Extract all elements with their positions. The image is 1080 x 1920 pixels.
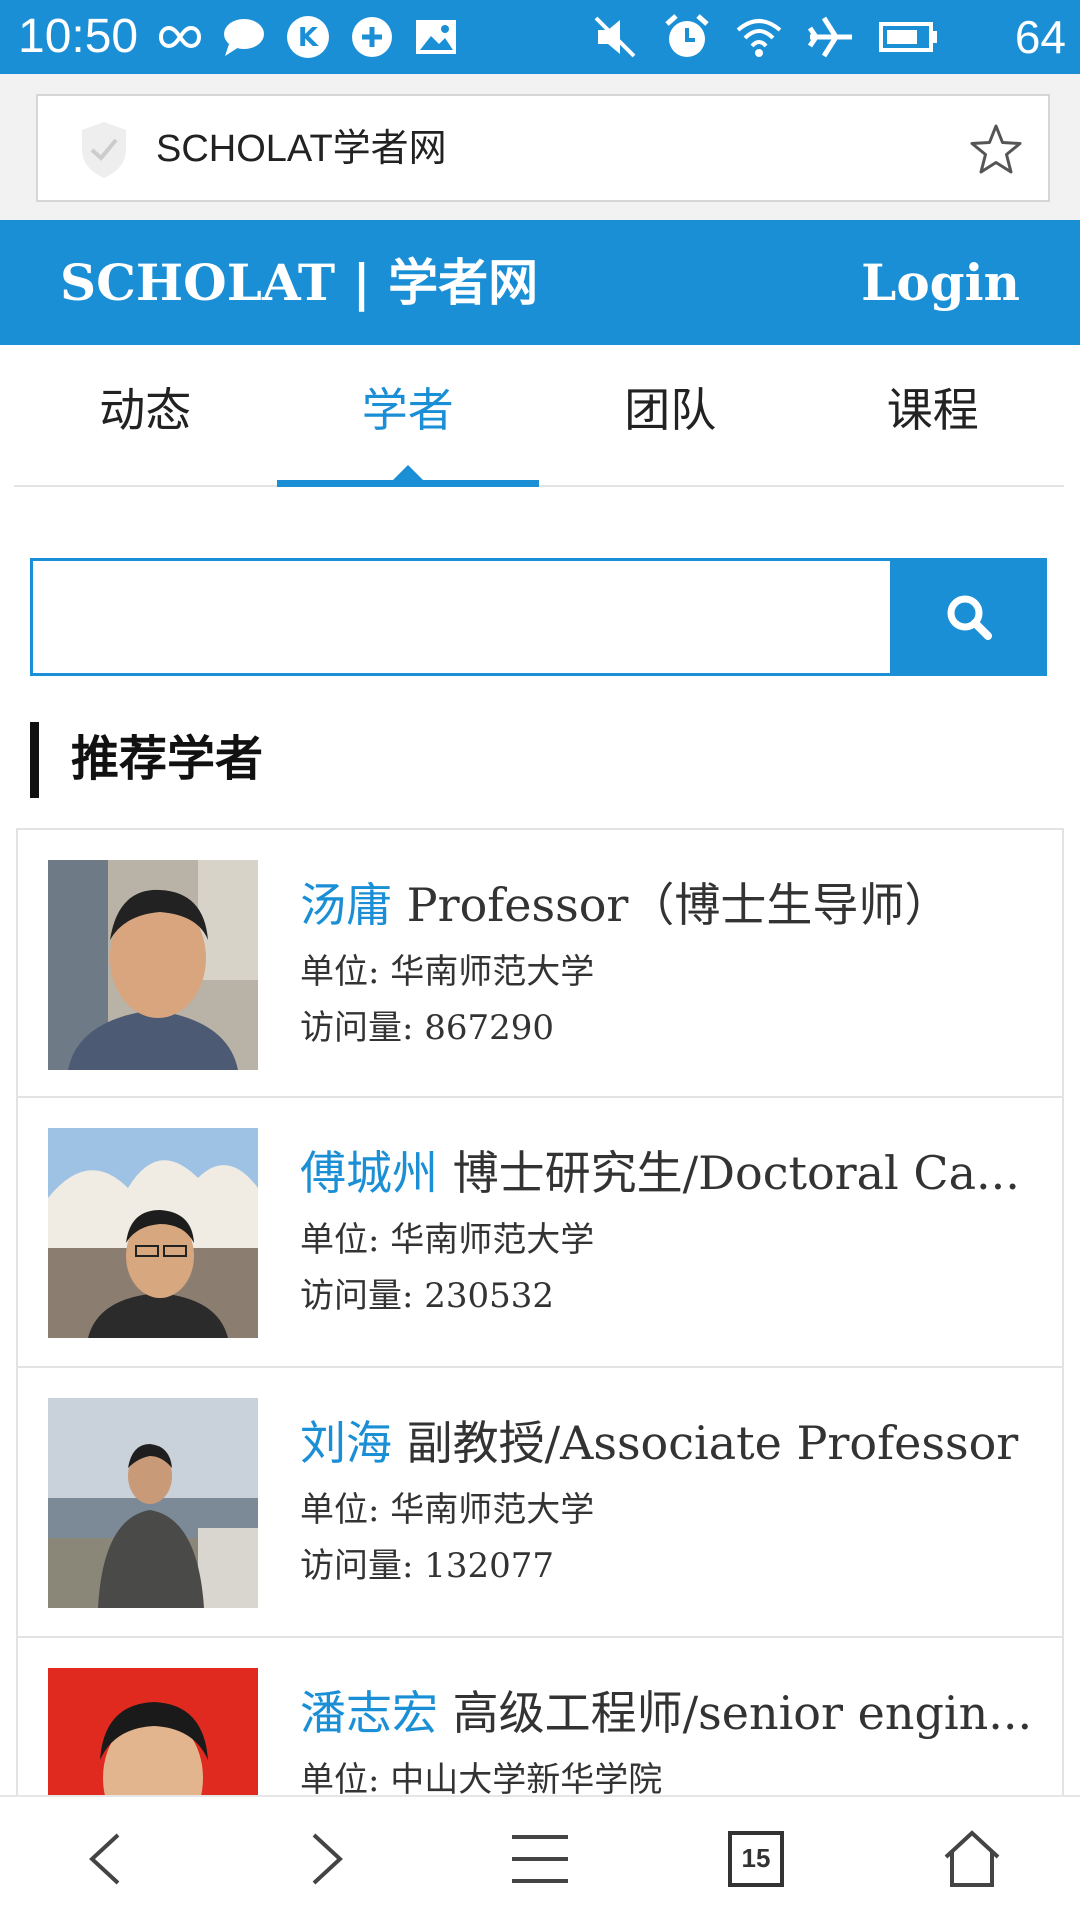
chevron-right-icon (312, 1833, 343, 1884)
address-bar-area: SCHOLAT学者网 (0, 74, 1080, 220)
home-button[interactable] (864, 1797, 1080, 1920)
tab-teams[interactable]: 团队 (539, 345, 802, 485)
alarm-icon (665, 14, 709, 57)
scholar-name[interactable]: 刘海 (300, 1416, 392, 1470)
home-icon (944, 1829, 1000, 1887)
scholar-list: 汤庸 Professor（博士生导师） 单位: 华南师范大学 访问量: 8672… (16, 828, 1064, 1908)
mute-icon (594, 16, 636, 58)
scholar-title: 高级工程师/senior engin... (452, 1686, 1033, 1740)
scholar-card[interactable]: 汤庸 Professor（博士生导师） 单位: 华南师范大学 访问量: 8672… (16, 828, 1064, 1098)
svg-text:K: K (298, 23, 319, 53)
bookmark-star-icon[interactable] (968, 122, 1024, 178)
back-button[interactable] (0, 1797, 216, 1920)
scholar-info: 刘海 副教授/Associate Professor 单位: 华南师范大学 访问… (300, 1404, 1050, 1594)
scholar-unit: 单位: 华南师范大学 (300, 1220, 595, 1260)
scholar-info: 汤庸 Professor（博士生导师） 单位: 华南师范大学 访问量: 8672… (300, 866, 1050, 1056)
k-app-icon: K (287, 16, 329, 58)
address-bar[interactable]: SCHOLAT学者网 (36, 94, 1050, 202)
scholar-headline: 汤庸 Professor（博士生导师） (300, 866, 1050, 944)
scholar-info: 傅城州 博士研究生/Doctoral Ca... 单位: 华南师范大学 访问量:… (300, 1134, 1050, 1324)
scholar-headline: 刘海 副教授/Associate Professor (300, 1404, 1050, 1482)
site-header: SCHOLAT | 学者网 Login (0, 220, 1080, 345)
scholar-name[interactable]: 潘志宏 (300, 1686, 438, 1740)
wifi-icon (736, 19, 782, 57)
tab-scholars[interactable]: 学者 (276, 345, 540, 487)
status-right-icons (590, 12, 940, 62)
scholar-title: 博士研究生/Doctoral Ca... (452, 1146, 1020, 1200)
bottom-nav: 15 (0, 1795, 1080, 1920)
page-title: SCHOLAT学者网 (156, 128, 447, 170)
search-icon (947, 595, 992, 640)
avatar (48, 860, 258, 1070)
scholar-photo[interactable] (48, 1398, 258, 1608)
tab-courses[interactable]: 课程 (802, 345, 1065, 485)
scholar-photo[interactable] (48, 860, 258, 1070)
shield-icon (82, 122, 126, 178)
avatar (48, 1398, 258, 1608)
sync-icon (352, 17, 392, 57)
scholar-name[interactable]: 汤庸 (300, 878, 392, 932)
scholar-photo[interactable] (48, 1128, 258, 1338)
scholar-headline: 傅城州 博士研究生/Doctoral Ca... (300, 1134, 1050, 1212)
scholar-title: 副教授/Associate Professor (406, 1416, 1019, 1470)
menu-icon (512, 1834, 568, 1883)
status-time: 10:50 (18, 10, 139, 63)
search-input[interactable] (30, 558, 890, 676)
tab-dynamics[interactable]: 动态 (14, 345, 277, 485)
scholar-card[interactable]: 傅城州 博士研究生/Doctoral Ca... 单位: 华南师范大学 访问量:… (16, 1098, 1064, 1368)
search-button[interactable] (890, 558, 1047, 676)
chevron-left-icon (89, 1833, 120, 1884)
tab-count: 15 (728, 1830, 784, 1887)
battery-percent: 64 (1014, 11, 1066, 63)
forward-button[interactable] (216, 1797, 432, 1920)
scholar-unit: 单位: 华南师范大学 (300, 1490, 595, 1530)
scholar-title: Professor（博士生导师） (406, 878, 951, 932)
section-title-text: 推荐学者 (71, 733, 264, 786)
status-left-icons: K (155, 12, 461, 62)
scholar-headline: 潘志宏 高级工程师/senior engin... (300, 1674, 1050, 1752)
scholar-card[interactable]: 刘海 副教授/Associate Professor 单位: 华南师范大学 访问… (16, 1368, 1064, 1638)
scholar-visits: 访问量: 132077 (300, 1546, 555, 1586)
scholar-name[interactable]: 傅城州 (300, 1146, 438, 1200)
image-icon (416, 20, 456, 54)
battery-icon (879, 22, 937, 52)
scholar-visits: 访问量: 867290 (300, 1008, 555, 1048)
status-bar: 10:50 K 64 (0, 0, 1080, 74)
airplane-icon (807, 16, 852, 58)
tab-bar: 动态 学者 团队 课程 (14, 345, 1064, 487)
chat-bubble-icon (224, 19, 264, 56)
avatar (48, 1128, 258, 1338)
menu-button[interactable] (432, 1797, 648, 1920)
infinity-icon (158, 25, 202, 49)
tabs-button[interactable]: 15 (648, 1797, 864, 1920)
scholar-visits: 访问量: 230532 (300, 1276, 555, 1316)
login-link[interactable]: Login (861, 220, 1020, 345)
site-logo[interactable]: SCHOLAT | 学者网 (60, 220, 538, 345)
scholar-info: 潘志宏 高级工程师/senior engin... 单位: 中山大学新华学院 (300, 1674, 1050, 1808)
section-title: 推荐学者 (30, 722, 263, 798)
scholar-unit: 单位: 华南师范大学 (300, 952, 595, 992)
